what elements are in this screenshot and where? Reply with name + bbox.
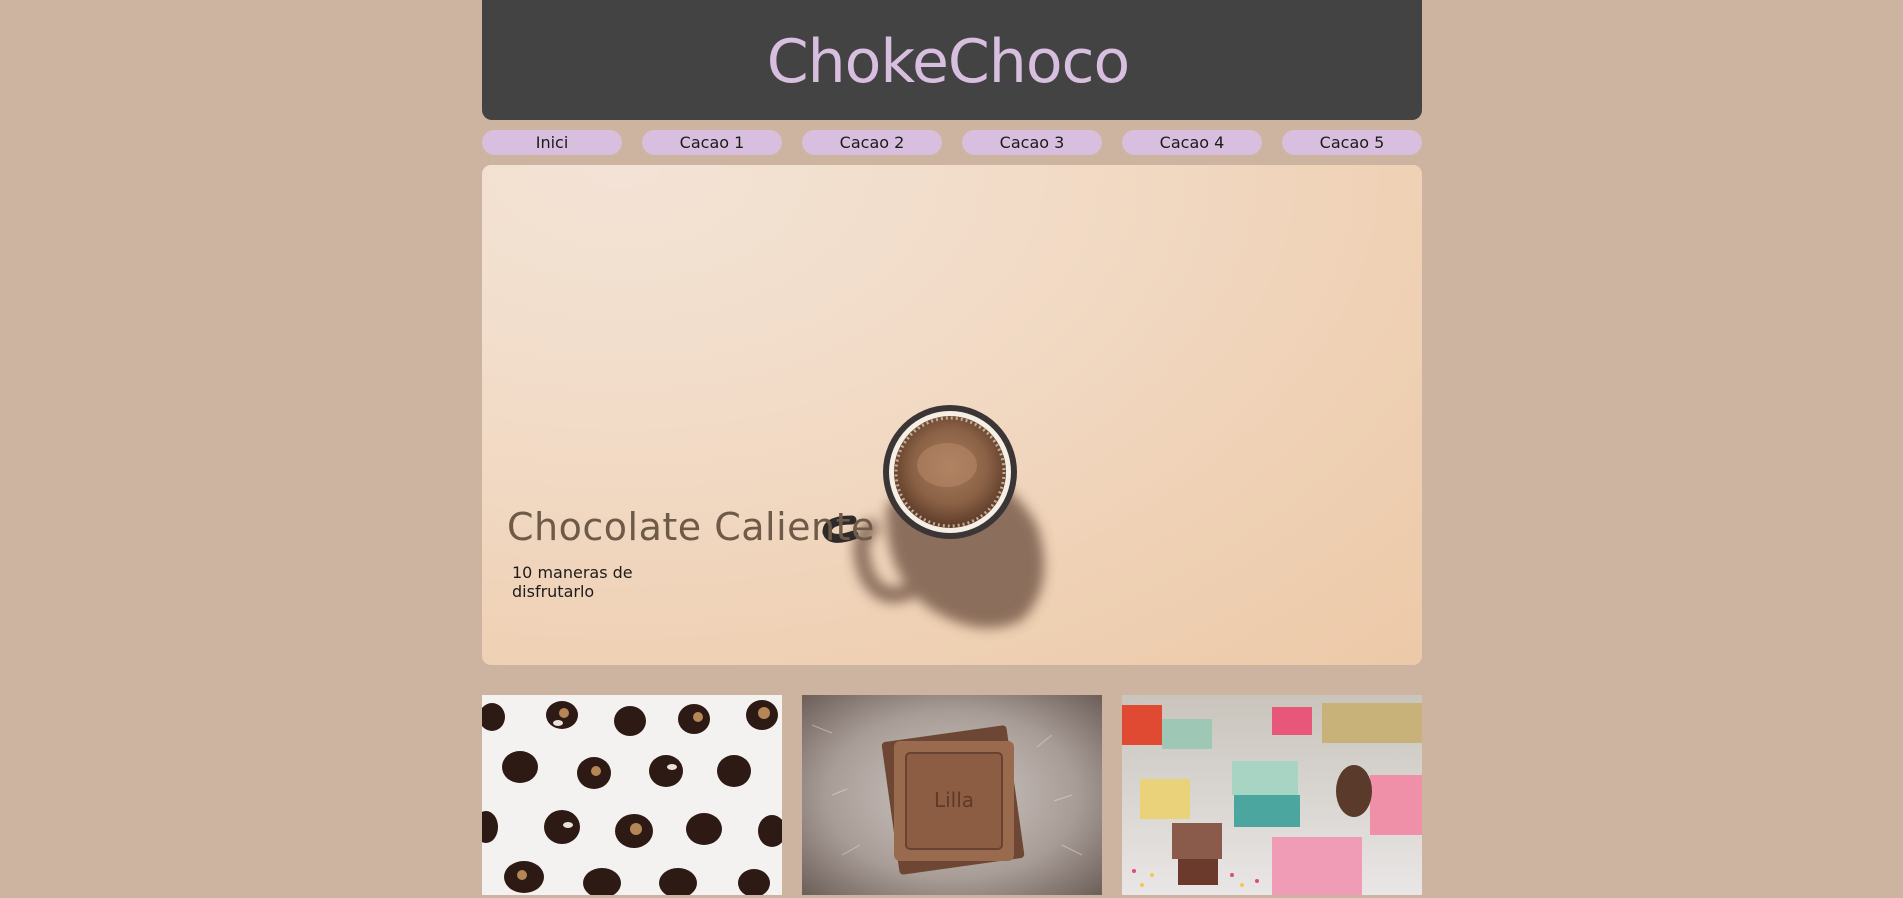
svg-text:Lilla: Lilla [934, 788, 974, 812]
card-chocolate-drops[interactable] [482, 695, 782, 895]
site-header: ChokeChoco [482, 0, 1422, 120]
main-nav: Inici Cacao 1 Cacao 2 Cacao 3 Cacao 4 Ca… [482, 130, 1422, 155]
card-chocolate-bar[interactable]: Lilla [802, 695, 1102, 895]
site-title[interactable]: ChokeChoco [767, 27, 1130, 97]
hero-subtitle: 10 maneras de disfrutarlo [512, 563, 633, 601]
nav-item-cacao-5[interactable]: Cacao 5 [1282, 130, 1422, 155]
hero-title: Chocolate Caliente [507, 505, 875, 549]
card-chocolate-gifts[interactable] [1122, 695, 1422, 895]
nav-item-cacao-3[interactable]: Cacao 3 [962, 130, 1102, 155]
chocolate-gifts-image [1122, 695, 1422, 895]
nav-item-cacao-4[interactable]: Cacao 4 [1122, 130, 1262, 155]
chocolate-drops-image [482, 695, 782, 895]
nav-item-cacao-1[interactable]: Cacao 1 [642, 130, 782, 155]
product-gallery: Lilla [482, 695, 1422, 898]
hero-banner: Chocolate Caliente 10 maneras de disfrut… [482, 165, 1422, 665]
chocolate-bar-image: Lilla [802, 695, 1102, 895]
page-container: ChokeChoco Inici Cacao 1 Cacao 2 Cacao 3… [482, 0, 1422, 898]
nav-item-inici[interactable]: Inici [482, 130, 622, 155]
nav-item-cacao-2[interactable]: Cacao 2 [802, 130, 942, 155]
